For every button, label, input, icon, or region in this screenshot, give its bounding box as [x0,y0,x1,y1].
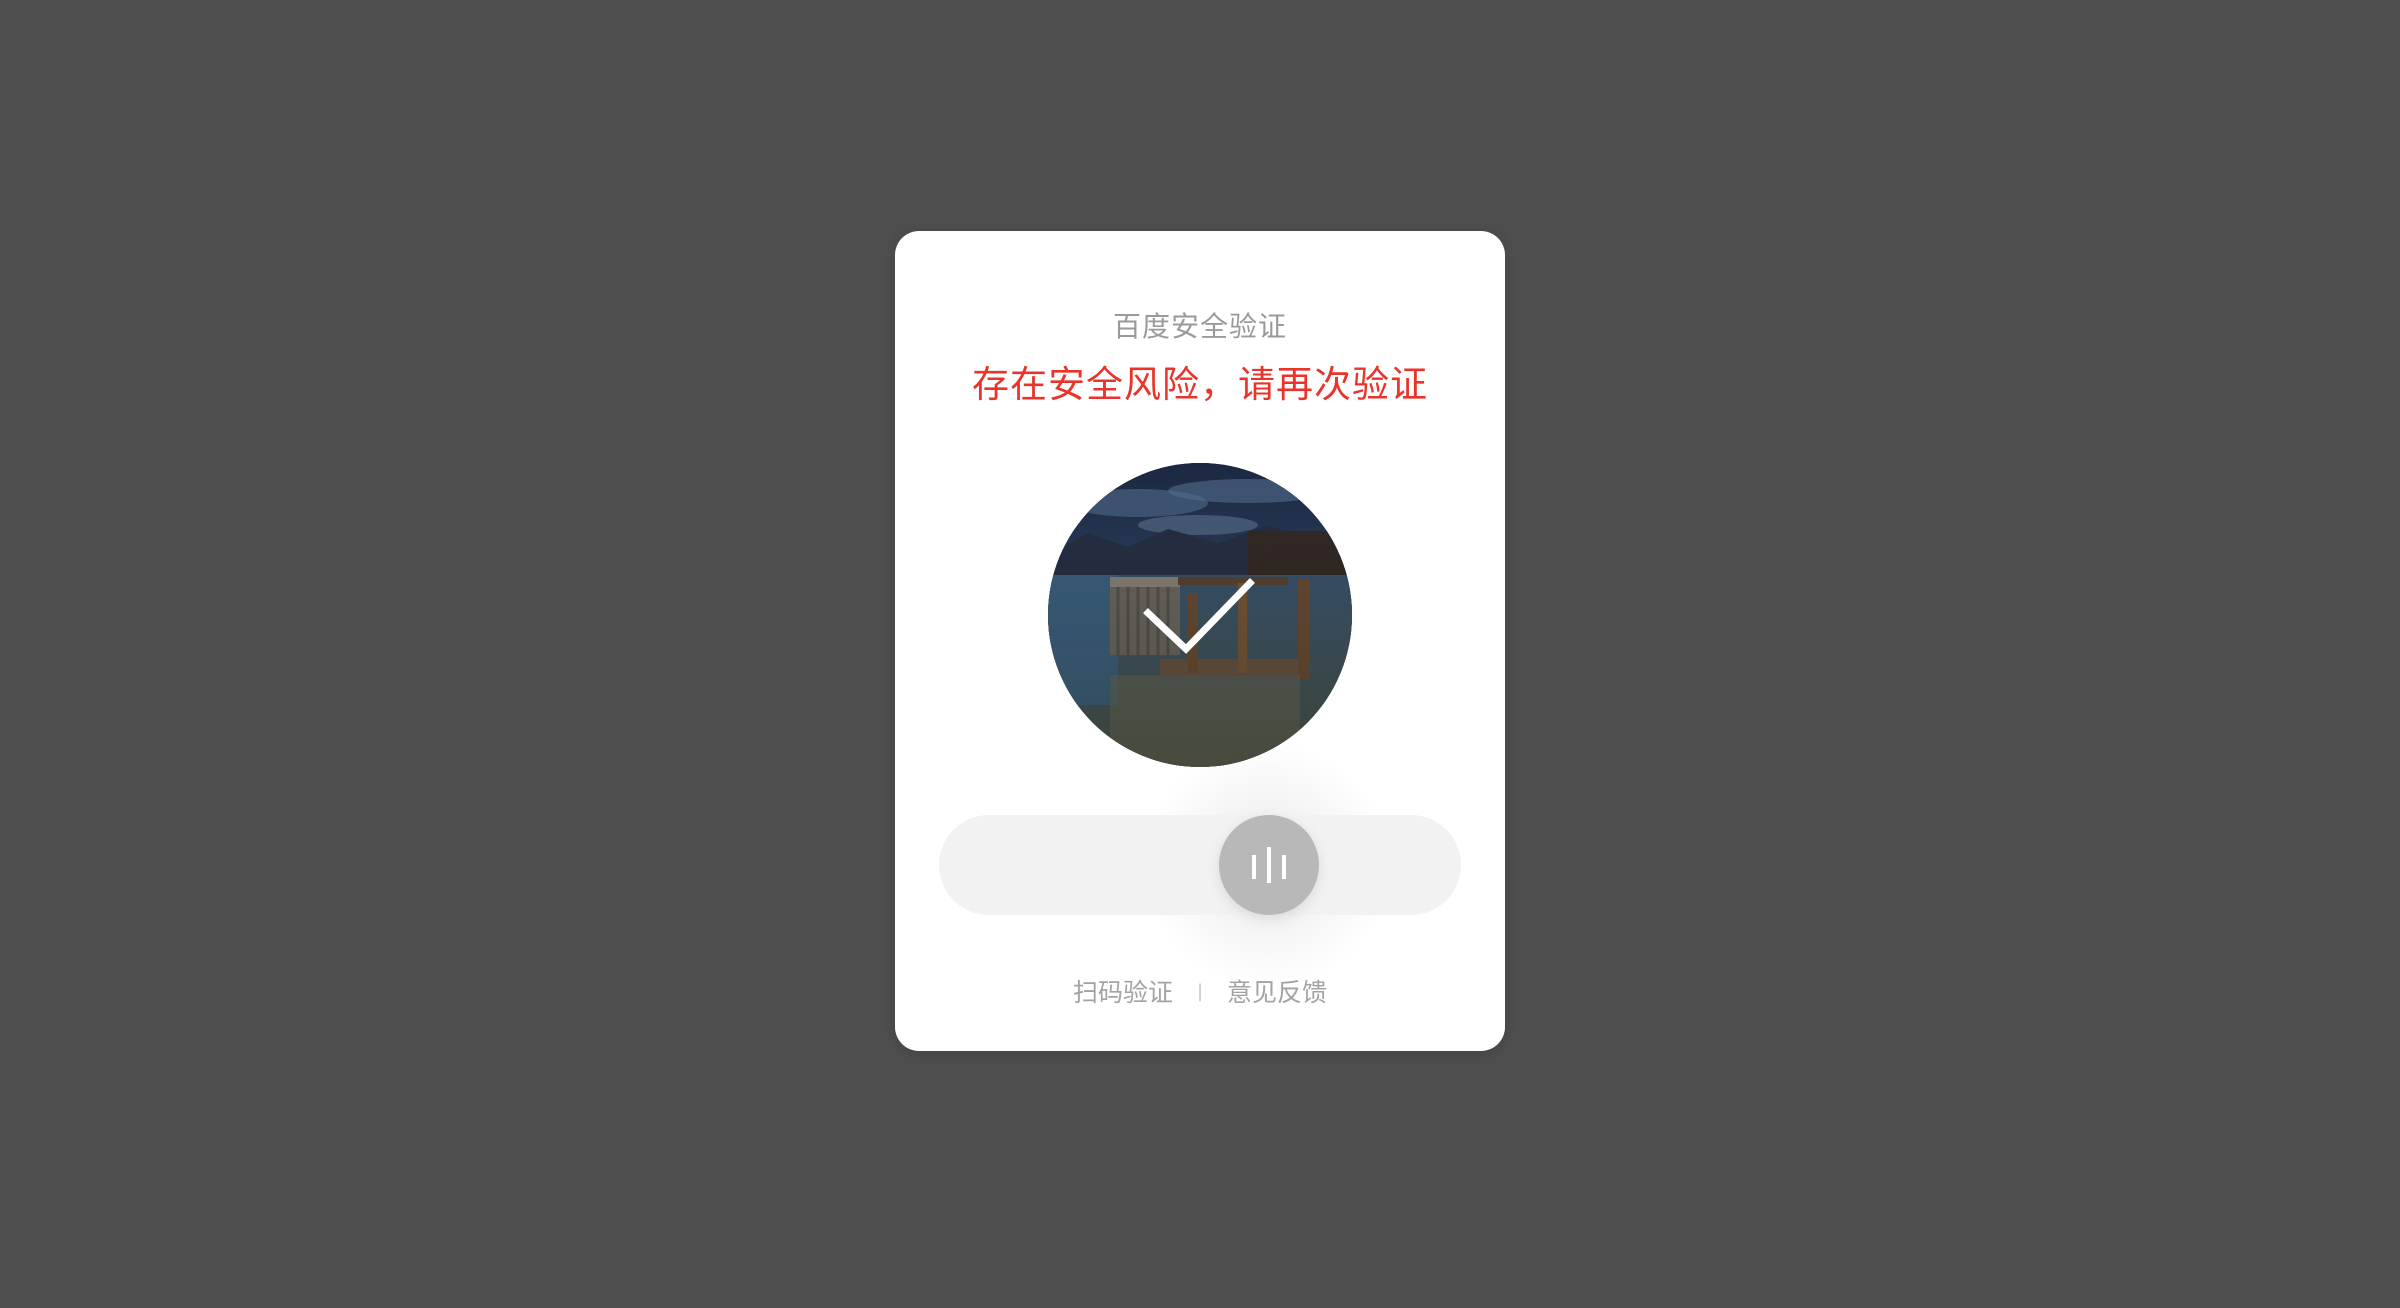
slider-track[interactable] [939,815,1461,915]
feedback-link[interactable]: 意见反馈 [1227,973,1327,1009]
captcha-photo [1048,463,1352,767]
risk-warning: 存在安全风险，请再次验证 [972,363,1428,406]
slider-area [939,735,1461,995]
drag-bars-icon [1252,847,1286,883]
scan-verify-link[interactable]: 扫码验证 [1073,973,1173,1009]
dialog-title: 百度安全验证 [1112,310,1287,343]
footer-separator: | [1196,980,1204,1002]
rotate-captcha-image [1048,463,1352,767]
slider-handle[interactable] [1219,815,1319,915]
dialog-footer: 扫码验证 | 意见反馈 [895,971,1505,1011]
verification-dialog: 百度安全验证 存在安全风险，请再次验证 扫码验证 | 意见反馈 [895,231,1505,1051]
